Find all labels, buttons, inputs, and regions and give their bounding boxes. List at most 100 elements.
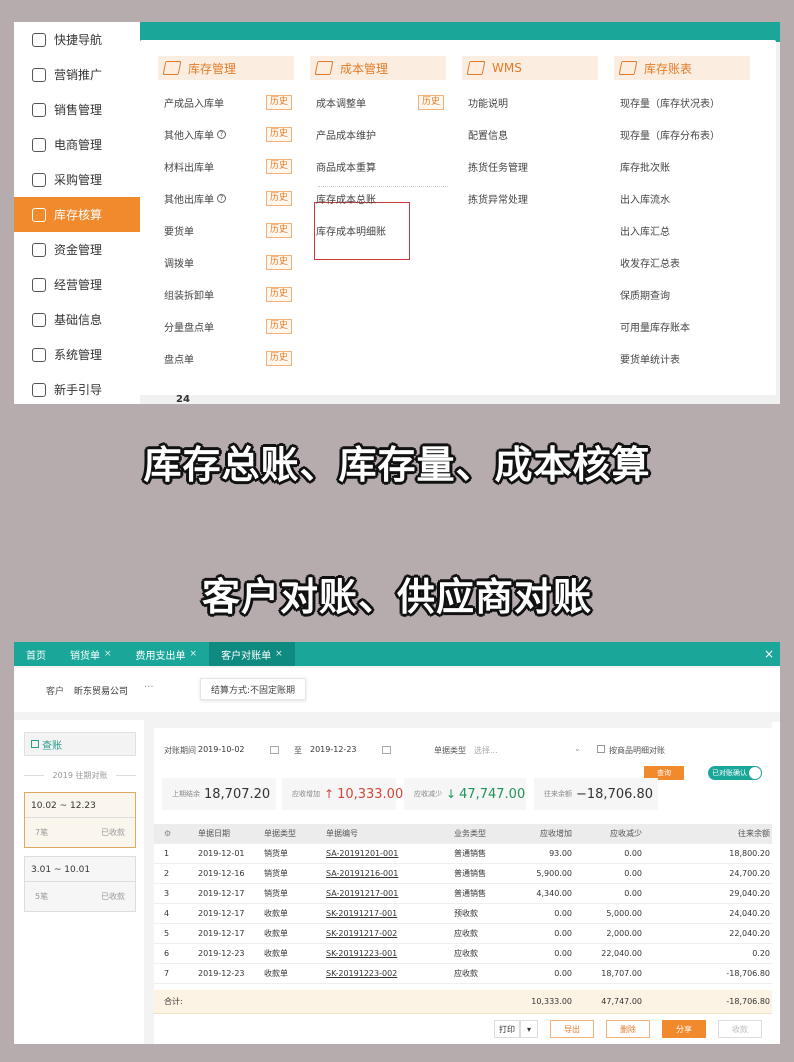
menu-item[interactable]: 盘点单 历史 bbox=[158, 342, 294, 374]
menu-item[interactable]: 成本调整单 历史 bbox=[310, 86, 446, 118]
menu-item[interactable]: 其他出库单? 历史 bbox=[158, 182, 294, 214]
tab-2[interactable]: 费用支出单 × bbox=[124, 642, 210, 666]
delete-button[interactable]: 删除 bbox=[606, 1020, 650, 1038]
table-cell: 4 bbox=[164, 909, 170, 918]
menu-item[interactable]: 出入库流水 bbox=[614, 182, 750, 214]
sidebar-item[interactable]: 营销推广 bbox=[14, 57, 140, 92]
menu-item[interactable]: 调拨单 历史 bbox=[158, 246, 294, 278]
menu-item[interactable]: 现存量（库存状况表） bbox=[614, 86, 750, 118]
ledger-icon bbox=[618, 61, 638, 75]
history-badge[interactable]: 历史 bbox=[417, 94, 444, 110]
close-icon[interactable]: × bbox=[190, 649, 198, 659]
history-badge[interactable]: 历史 bbox=[265, 254, 292, 270]
menu-item[interactable]: 出入库汇总 bbox=[614, 214, 750, 246]
menu-item[interactable]: 拣货异常处理 bbox=[462, 182, 598, 214]
menu-item[interactable]: 保质期查询 bbox=[614, 278, 750, 310]
menu-item[interactable]: 产成品入库单 历史 bbox=[158, 86, 294, 118]
table-row[interactable]: 6 2019-12-23 收款单 SK-20191223-001 应收款 0.00 22,0… bbox=[154, 944, 780, 964]
menu-item[interactable]: 产品成本维护 bbox=[310, 118, 446, 150]
calendar-icon[interactable] bbox=[270, 746, 279, 754]
table-cell[interactable]: SA-20191201-001 bbox=[326, 844, 456, 863]
menu-item[interactable]: 库存成本总账 bbox=[310, 182, 446, 214]
close-all-icon[interactable]: × bbox=[764, 647, 774, 661]
menu-item-label: 要货单 bbox=[164, 226, 194, 238]
tab-3[interactable]: 客户对账单 × bbox=[209, 642, 295, 666]
sidebar-item[interactable]: 系统管理 bbox=[14, 337, 140, 372]
table-cell: 18,707.00 bbox=[601, 969, 642, 978]
export-button[interactable]: 导出 bbox=[550, 1020, 594, 1038]
confirm-toggle[interactable]: 已对账确认 bbox=[708, 766, 762, 780]
help-icon[interactable]: ? bbox=[217, 193, 226, 203]
close-icon[interactable]: × bbox=[104, 649, 112, 659]
settings-icon[interactable]: ⚙ bbox=[164, 824, 184, 843]
help-icon[interactable]: ? bbox=[217, 129, 226, 139]
receive-button[interactable]: 收款 bbox=[718, 1020, 762, 1038]
menu-item[interactable]: 可用量库存账本 bbox=[614, 310, 750, 342]
menu-item[interactable]: 库存批次账 bbox=[614, 150, 750, 182]
menu-item[interactable]: 商品成本重算 bbox=[310, 150, 446, 182]
period-card[interactable]: 10.02 ~ 12.23 7笔 已收款 bbox=[24, 792, 136, 848]
table-row[interactable]: 1 2019-12-01 销货单 SA-20191201-001 普通销售 93.00 0.… bbox=[154, 844, 780, 864]
sidebar-item[interactable]: 销售管理 bbox=[14, 92, 140, 127]
history-badge[interactable]: 历史 bbox=[265, 158, 292, 174]
close-icon[interactable]: × bbox=[275, 649, 283, 659]
history-badge[interactable]: 历史 bbox=[265, 350, 292, 366]
table-row[interactable]: 2 2019-12-16 销货单 SA-20191216-001 普通销售 5,900.0… bbox=[154, 864, 780, 884]
menu-item[interactable]: 要货单 历史 bbox=[158, 214, 294, 246]
start-date-input[interactable]: 2019-10-02 bbox=[198, 745, 245, 754]
menu-item[interactable]: 分量盘点单 历史 bbox=[158, 310, 294, 342]
menu-item[interactable]: 要货单统计表 bbox=[614, 342, 750, 374]
print-button[interactable]: 打印 bbox=[494, 1020, 520, 1038]
sidebar-item[interactable]: 快捷导航 bbox=[14, 22, 140, 57]
tab-1[interactable]: 销货单 × bbox=[58, 642, 124, 666]
customer-more-button[interactable]: ··· bbox=[144, 682, 154, 693]
doc-type-select[interactable]: 选择... bbox=[474, 745, 498, 756]
sidebar-item[interactable]: 资金管理 bbox=[14, 232, 140, 267]
search-button[interactable]: 查账 bbox=[24, 732, 136, 756]
history-badge[interactable]: 历史 bbox=[265, 190, 292, 206]
table-row[interactable]: 7 2019-12-23 收款单 SK-20191223-002 应收款 0.00 18,7… bbox=[154, 964, 780, 984]
chevron-down-icon[interactable]: ⌄ bbox=[574, 744, 581, 753]
period-card[interactable]: 3.01 ~ 10.01 5笔 已收款 bbox=[24, 856, 136, 912]
detail-checkbox[interactable] bbox=[597, 745, 605, 753]
table-row[interactable]: 4 2019-12-17 收款单 SK-20191217-001 预收款 0.00 5,00… bbox=[154, 904, 780, 924]
print-dropdown-button[interactable]: ▾ bbox=[520, 1020, 538, 1038]
table-cell[interactable]: SK-20191217-002 bbox=[326, 924, 456, 943]
table-cell[interactable]: SK-20191217-001 bbox=[326, 904, 456, 923]
share-button[interactable]: 分享 bbox=[662, 1020, 706, 1038]
menu-item[interactable]: 配置信息 bbox=[462, 118, 598, 150]
history-badge[interactable]: 历史 bbox=[265, 126, 292, 142]
scrollbar-track[interactable] bbox=[772, 722, 780, 1042]
tab-0[interactable]: 首页 bbox=[14, 642, 58, 666]
sidebar-item[interactable]: 经营管理 bbox=[14, 267, 140, 302]
table-cell[interactable]: SK-20191223-002 bbox=[326, 964, 456, 983]
history-badge[interactable]: 历史 bbox=[265, 318, 292, 334]
calendar-icon[interactable] bbox=[382, 746, 391, 754]
menu-item[interactable]: 功能说明 bbox=[462, 86, 598, 118]
sidebar-item[interactable]: 新手引导 bbox=[14, 372, 140, 404]
menu-item[interactable]: 收发存汇总表 bbox=[614, 246, 750, 278]
end-date-input[interactable]: 2019-12-23 bbox=[310, 745, 357, 754]
customer-field[interactable]: 昕东贸易公司 bbox=[74, 684, 128, 697]
period-range: 3.01 ~ 10.01 bbox=[31, 865, 91, 875]
menu-item[interactable]: 其他入库单? 历史 bbox=[158, 118, 294, 150]
menu-item[interactable]: 组装拆卸单 历史 bbox=[158, 278, 294, 310]
history-badge[interactable]: 历史 bbox=[265, 286, 292, 302]
table-cell: 5 bbox=[164, 929, 170, 938]
history-badge[interactable]: 历史 bbox=[265, 222, 292, 238]
table-cell[interactable]: SK-20191223-001 bbox=[326, 944, 456, 963]
sidebar-item[interactable]: 电商管理 bbox=[14, 127, 140, 162]
table-cell[interactable]: SA-20191217-001 bbox=[326, 884, 456, 903]
table-row[interactable]: 5 2019-12-17 收款单 SK-20191217-002 应收款 0.00 2,00… bbox=[154, 924, 780, 944]
menu-item-label: 盘点单 bbox=[164, 354, 194, 366]
menu-item[interactable]: 现存量（库存分布表） bbox=[614, 118, 750, 150]
sidebar-item[interactable]: 基础信息 bbox=[14, 302, 140, 337]
history-badge[interactable]: 历史 bbox=[265, 94, 292, 110]
menu-item[interactable]: 库存成本明细账 bbox=[310, 214, 446, 246]
table-row[interactable]: 3 2019-12-17 销货单 SA-20191217-001 普通销售 4,340.0… bbox=[154, 884, 780, 904]
table-cell[interactable]: SA-20191216-001 bbox=[326, 864, 456, 883]
sidebar-item[interactable]: 库存核算 bbox=[14, 197, 140, 232]
menu-item[interactable]: 材料出库单 历史 bbox=[158, 150, 294, 182]
menu-item[interactable]: 拣货任务管理 bbox=[462, 150, 598, 182]
sidebar-item[interactable]: 采购管理 bbox=[14, 162, 140, 197]
